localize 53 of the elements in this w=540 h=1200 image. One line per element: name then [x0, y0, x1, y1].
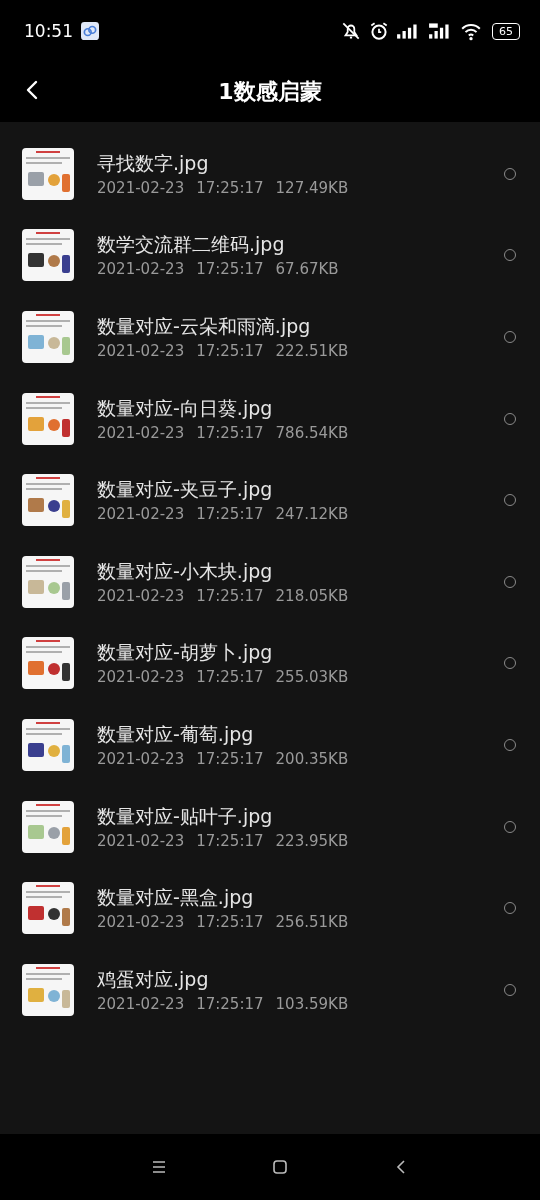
file-name: 数量对应-黑盒.jpg — [97, 885, 255, 911]
file-name: 数量对应-小木块.jpg — [97, 558, 274, 584]
file-name: 数学交流群二维码.jpg — [97, 232, 286, 258]
file-size: 256.51KB — [275, 913, 349, 932]
file-name: 鸡蛋对应.jpg — [97, 966, 210, 992]
file-name: 数量对应-贴叶子.jpg — [97, 803, 274, 829]
file-name: 数量对应-胡萝卜.jpg — [97, 640, 274, 666]
file-time: 17:25:17 — [196, 342, 264, 360]
file-time: 17:25:17 — [196, 994, 264, 1013]
file-time: 17:25:17 — [196, 668, 264, 687]
file-time: 17:25:17 — [196, 423, 264, 442]
file-date: 2021-02-23 — [97, 423, 185, 442]
file-date: 2021-02-23 — [97, 913, 185, 932]
file-size: 255.03KB — [275, 668, 349, 687]
file-size: 786.54KB — [275, 423, 349, 442]
alarm-icon — [368, 20, 390, 42]
file-size: 247.12KB — [275, 505, 349, 524]
file-size: 127.49KB — [275, 178, 349, 197]
file-time: 17:25:17 — [196, 260, 264, 279]
file-size: 200.35KB — [275, 749, 349, 768]
file-time: 17:25:17 — [196, 178, 264, 197]
file-date: 2021-02-23 — [97, 505, 185, 524]
file-size: 103.59KB — [275, 994, 349, 1013]
page-title: 1数感启蒙 — [218, 78, 322, 106]
cloud-app-icon — [81, 22, 99, 40]
file-name: 数量对应-夹豆子.jpg — [97, 477, 274, 503]
battery-level: 65 — [492, 22, 520, 40]
file-time: 17:25:17 — [196, 749, 264, 768]
file-time: 17:25:17 — [196, 505, 264, 524]
file-name: 数量对应-云朵和雨滴.jpg — [97, 314, 312, 339]
menu-icon[interactable] — [151, 1159, 167, 1175]
back-icon[interactable] — [26, 80, 38, 100]
file-size: 222.51KB — [275, 342, 349, 360]
file-name: 数量对应-向日葵.jpg — [97, 395, 274, 421]
file-name: 数量对应-葡萄.jpg — [97, 721, 255, 747]
file-date: 2021-02-23 — [97, 668, 185, 687]
file-size: 218.05KB — [275, 586, 349, 605]
file-date: 2021-02-23 — [97, 994, 185, 1013]
mute-bell-icon — [340, 20, 362, 42]
file-time: 17:25:17 — [196, 831, 264, 850]
file-date: 2021-02-23 — [97, 260, 185, 279]
file-time: 17:25:17 — [196, 586, 264, 605]
status-time: 10:51 — [24, 21, 73, 41]
file-date: 2021-02-23 — [97, 831, 185, 850]
file-date: 2021-02-23 — [97, 342, 185, 360]
file-time: 17:25:17 — [196, 913, 264, 932]
file-date: 2021-02-23 — [97, 586, 185, 605]
home-icon[interactable] — [272, 1159, 288, 1175]
file-date: 2021-02-23 — [97, 178, 185, 197]
file-name: 寻找数字.jpg — [97, 150, 210, 176]
file-size: 67.67KB — [275, 260, 339, 279]
file-size: 223.95KB — [275, 831, 349, 850]
file-date: 2021-02-23 — [97, 749, 185, 768]
